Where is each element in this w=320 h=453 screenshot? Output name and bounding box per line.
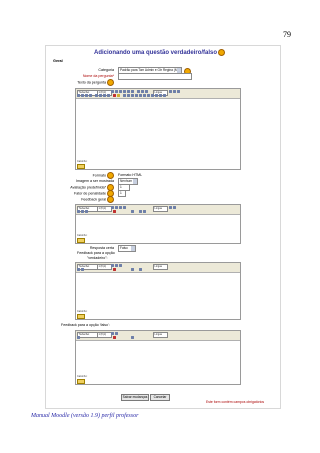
- subscript-icon[interactable]: [127, 90, 130, 94]
- editor-path-label: Caminho:: [77, 375, 88, 378]
- help-icon[interactable]: [107, 79, 114, 86]
- align-center-icon[interactable]: [81, 94, 84, 98]
- link-icon[interactable]: [131, 210, 134, 214]
- table-icon[interactable]: [143, 210, 146, 214]
- underline-icon[interactable]: [119, 206, 122, 210]
- align-left-icon[interactable]: [77, 268, 80, 272]
- align-right-icon[interactable]: [85, 210, 88, 214]
- footer-text: Manual Moodle (versão 1.9) perfil profes…: [31, 413, 139, 419]
- section-general: Geral: [53, 59, 63, 63]
- help-icon[interactable]: [218, 49, 226, 56]
- general-feedback-editor[interactable]: Trebuchet 1 (8 pt) Língua Caminho:: [75, 204, 241, 244]
- text-color-icon[interactable]: [113, 210, 116, 214]
- rule-icon[interactable]: [123, 94, 126, 98]
- editor-path-label: Caminho:: [77, 234, 88, 237]
- text-color-icon[interactable]: [113, 268, 116, 272]
- form-title: Adicionando uma questão verdadeiro/falso: [94, 49, 226, 56]
- italic-icon[interactable]: [115, 332, 118, 336]
- redo-icon[interactable]: [145, 90, 148, 94]
- editor-help-icon[interactable]: [77, 379, 85, 384]
- clean-icon[interactable]: [137, 90, 140, 94]
- save-button[interactable]: Salvar mudanças: [121, 394, 149, 401]
- link-icon[interactable]: [131, 94, 134, 98]
- cancel-button[interactable]: Cancelar: [150, 394, 170, 401]
- strike-icon[interactable]: [123, 90, 126, 94]
- feedback-true-label: Feedback para a opção "verdadeiro":: [77, 251, 115, 260]
- superscript-icon[interactable]: [131, 90, 134, 94]
- italic-icon[interactable]: [115, 206, 118, 210]
- question-text-label: Texto da pergunta: [77, 79, 114, 86]
- bold-icon[interactable]: [111, 264, 114, 268]
- feedback-false-editor[interactable]: Trebuchet 1 (8 pt) Língua Caminho:: [75, 330, 241, 385]
- editor-toolbar: Trebuchet 1 (8 pt) Língua: [76, 331, 240, 341]
- copy-icon[interactable]: [169, 90, 172, 94]
- text-color-icon[interactable]: [113, 336, 116, 340]
- justify-icon[interactable]: [89, 94, 92, 98]
- editor-toolbar: Trebuchet 1 (8 pt) Língua: [76, 263, 240, 273]
- page-number: 79: [283, 30, 291, 39]
- align-center-icon[interactable]: [81, 210, 84, 214]
- fullscreen-icon[interactable]: [163, 94, 166, 98]
- editor-text-area[interactable]: [76, 273, 240, 311]
- smiley-icon[interactable]: [147, 94, 150, 98]
- editor-help-icon[interactable]: [77, 164, 85, 169]
- question-text-editor[interactable]: Trebuchet 1 (8 pt) Língua Caminho:: [75, 88, 241, 170]
- align-left-icon[interactable]: [77, 94, 80, 98]
- bold-icon[interactable]: [111, 332, 114, 336]
- question-text-row: Texto da pergunta: [46, 79, 280, 86]
- align-center-icon[interactable]: [81, 268, 84, 272]
- strike-icon[interactable]: [123, 206, 126, 210]
- required-fields-note: Este form contém campos obrigatórios: [206, 400, 265, 404]
- image-icon[interactable]: [139, 94, 142, 98]
- editor-help-icon[interactable]: [77, 314, 85, 319]
- unlink-icon[interactable]: [135, 94, 138, 98]
- anchor-icon[interactable]: [127, 94, 130, 98]
- unordered-list-icon[interactable]: [99, 94, 102, 98]
- link-icon[interactable]: [131, 268, 134, 272]
- table-icon[interactable]: [143, 94, 146, 98]
- editor-toolbar: Trebuchet 1 (8 pt) Língua: [76, 89, 240, 99]
- help-icon[interactable]: [107, 196, 114, 203]
- align-left-icon[interactable]: [77, 210, 80, 214]
- outdent-icon[interactable]: [103, 94, 106, 98]
- editor-toolbar: Trebuchet 1 (8 pt) Língua: [76, 205, 240, 215]
- editor-text-area[interactable]: [76, 99, 240, 160]
- editor-text-area[interactable]: [76, 341, 240, 376]
- indent-icon[interactable]: [107, 94, 110, 98]
- moodle-form-screenshot: Adicionando uma questão verdadeiro/falso…: [45, 45, 281, 409]
- align-right-icon[interactable]: [85, 94, 88, 98]
- bold-icon[interactable]: [111, 90, 114, 94]
- feedback-true-editor[interactable]: Trebuchet 1 (8 pt) Língua Caminho:: [75, 262, 241, 320]
- search-icon[interactable]: [155, 94, 158, 98]
- special-char-icon[interactable]: [151, 94, 154, 98]
- ordered-list-icon[interactable]: [95, 94, 98, 98]
- editor-text-area[interactable]: [76, 215, 240, 235]
- copy-icon[interactable]: [169, 206, 172, 210]
- feedback-false-row: Feedback para a opção 'falso':: [46, 322, 280, 328]
- text-color-icon[interactable]: [113, 94, 116, 98]
- link-icon[interactable]: [131, 336, 134, 340]
- undo-icon[interactable]: [141, 90, 144, 94]
- general-feedback-row: Feedback geral: [46, 196, 280, 203]
- editor-help-icon[interactable]: [77, 238, 85, 243]
- underline-icon[interactable]: [119, 264, 122, 268]
- feedback-false-label: Feedback para a opção 'falso':: [61, 323, 110, 327]
- cut-icon[interactable]: [177, 90, 180, 94]
- general-feedback-label: Feedback geral: [81, 196, 114, 203]
- paste-icon[interactable]: [173, 90, 176, 94]
- italic-icon[interactable]: [115, 264, 118, 268]
- bold-icon[interactable]: [111, 206, 114, 210]
- image-icon[interactable]: [139, 268, 142, 272]
- editor-path-label: Caminho:: [77, 310, 88, 313]
- paste-icon[interactable]: [173, 206, 176, 210]
- editor-path-label: Caminho:: [77, 160, 88, 163]
- underline-icon[interactable]: [119, 90, 122, 94]
- italic-icon[interactable]: [115, 90, 118, 94]
- html-source-icon[interactable]: [159, 94, 162, 98]
- highlight-icon[interactable]: [117, 94, 120, 98]
- image-icon[interactable]: [139, 210, 142, 214]
- align-left-icon[interactable]: [77, 336, 80, 340]
